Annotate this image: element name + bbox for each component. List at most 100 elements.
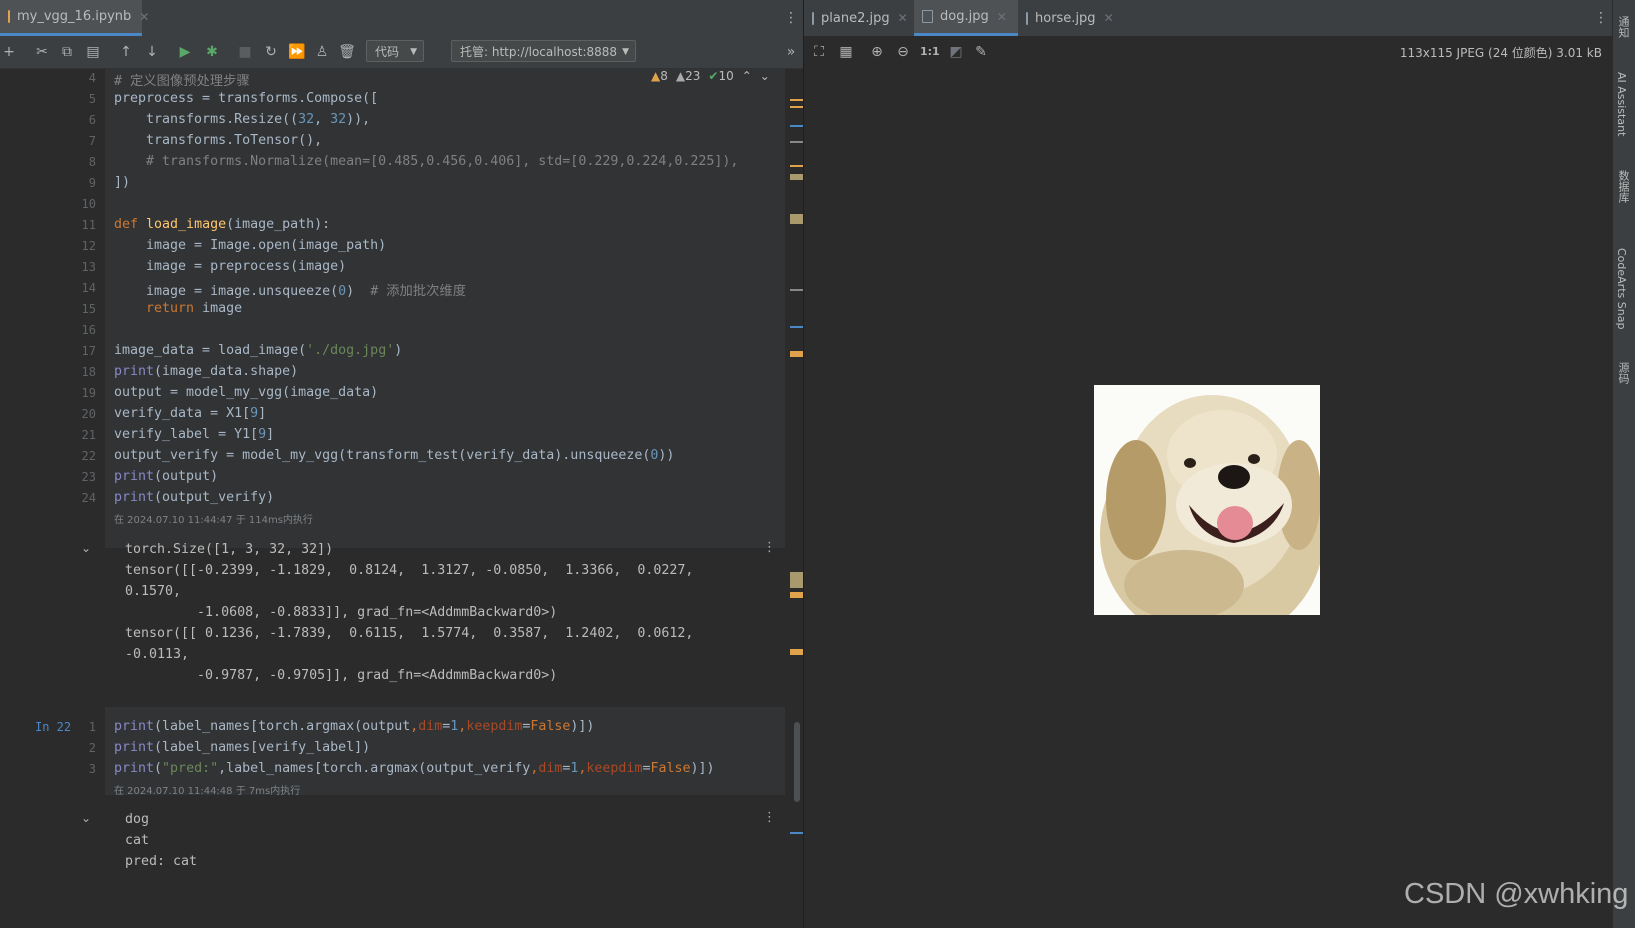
- move-down-icon[interactable]: ↓: [143, 43, 161, 61]
- code-line: print(output_verify): [114, 490, 275, 505]
- tool-window-button[interactable]: CodeArts Snap: [1615, 248, 1628, 329]
- move-up-icon[interactable]: ↑: [117, 43, 135, 61]
- collapse-output-icon[interactable]: ⌄: [81, 811, 91, 825]
- copy-icon[interactable]: ⧉: [58, 43, 76, 61]
- line-number: 3: [88, 762, 96, 776]
- line-number: 7: [88, 134, 96, 148]
- output-line: torch.Size([1, 3, 32, 32]): [125, 542, 334, 557]
- info-marker[interactable]: [790, 125, 803, 127]
- next-issue-icon[interactable]: ⌄: [760, 69, 770, 85]
- overflow-icon[interactable]: »: [782, 43, 800, 61]
- code-line: transforms.ToTensor(),: [114, 133, 323, 148]
- image-tab-label: horse.jpg: [1035, 10, 1096, 26]
- collapse-output-icon[interactable]: ⌄: [81, 541, 91, 555]
- execution-info-cell-1: 在 2024.07.10 11:44:47 于 114ms内执行: [114, 515, 313, 526]
- close-icon[interactable]: ✕: [997, 10, 1007, 24]
- line-number: 22: [81, 449, 96, 463]
- delete-cell-icon[interactable]: 🗑: [338, 43, 356, 61]
- image-file-icon: [922, 10, 933, 23]
- tool-window-button[interactable]: 通知: [1615, 16, 1631, 38]
- image-info: 113x115 JPEG (24 位颜色) 3.01 kB: [1399, 46, 1602, 60]
- output-line: 0.1570,: [125, 584, 182, 599]
- debug-icon[interactable]: ✱: [203, 43, 221, 61]
- code-line: verify_label = Y1[9]: [114, 427, 275, 442]
- run-cell-icon[interactable]: ▶: [176, 43, 194, 61]
- check-icon: ✔: [708, 69, 719, 83]
- background-icon[interactable]: ◩: [947, 43, 965, 61]
- inspection-widget[interactable]: ▲8 ▲23 ✔10 ⌃ ⌄: [651, 69, 770, 85]
- restart-kernel-icon[interactable]: ↻: [262, 43, 280, 61]
- output-menu-icon[interactable]: ⋮: [763, 810, 776, 825]
- code-line: return image: [114, 301, 243, 316]
- notebook-toolbar: + ✂ ⧉ ▤ ↑ ↓ ▶ ✱ ■ ↻ ⏩ ♙ 🗑 代码 ▼ 托管: http:…: [0, 36, 803, 69]
- close-icon[interactable]: ✕: [139, 10, 149, 24]
- tab-notebook[interactable]: my_vgg_16.ipynb ✕: [0, 0, 149, 36]
- output-menu-icon[interactable]: ⋮: [763, 540, 776, 555]
- editor-tab-bar: my_vgg_16.ipynb ✕ ⋮: [0, 0, 803, 37]
- code-line: output_verify = model_my_vgg(transform_t…: [114, 448, 675, 463]
- warning-marker[interactable]: [790, 592, 803, 598]
- image-toolbar: ⛶ ▦ ⊕ ⊖ 1:1 ◩ ✎ 113x115 JPEG (24 位颜色) 3.…: [804, 36, 1612, 68]
- cell-type-select[interactable]: 代码 ▼: [366, 40, 424, 62]
- warning-marker[interactable]: [790, 106, 803, 108]
- code-line: def load_image(image_path):: [114, 217, 331, 232]
- output-line: pred: cat: [125, 854, 198, 869]
- fit-to-window-icon[interactable]: ⛶: [810, 43, 828, 61]
- dog-image: [1094, 385, 1320, 615]
- more-icon[interactable]: ⋮: [1592, 9, 1610, 27]
- code-line: print(image_data.shape): [114, 364, 299, 379]
- notebook-file-icon: [8, 10, 10, 23]
- zoom-out-icon[interactable]: ⊖: [894, 43, 912, 61]
- paste-icon[interactable]: ▤: [84, 43, 102, 61]
- weak-warning-marker[interactable]: [790, 174, 803, 180]
- output-line: -0.9787, -0.9705]], grad_fn=<AddmmBackwa…: [125, 668, 558, 683]
- warning-marker[interactable]: [790, 99, 803, 101]
- code-line: # transforms.Normalize(mean=[0.485,0.456…: [114, 154, 739, 169]
- image-tab[interactable]: plane2.jpg ✕: [804, 0, 914, 36]
- grid-icon[interactable]: ▦: [837, 43, 855, 61]
- weak-warning-marker[interactable]: [790, 289, 803, 291]
- tool-window-button[interactable]: 源码: [1615, 362, 1631, 384]
- image-tab[interactable]: horse.jpg ✕: [1018, 0, 1118, 36]
- add-cell-icon[interactable]: +: [0, 43, 18, 61]
- weak-warning-icon: ▲: [675, 69, 686, 83]
- scrollbar-thumb[interactable]: [794, 722, 800, 802]
- actual-size-button[interactable]: 1:1: [920, 43, 940, 61]
- clear-outputs-icon[interactable]: ♙: [313, 43, 331, 61]
- line-number: 13: [81, 260, 96, 274]
- code-line: output = model_my_vgg(image_data): [114, 385, 379, 400]
- line-number: 24: [81, 491, 96, 505]
- ok-value: 10: [718, 69, 734, 83]
- stop-icon[interactable]: ■: [236, 43, 254, 61]
- weak-warning-marker[interactable]: [790, 572, 803, 588]
- close-icon[interactable]: ✕: [1104, 11, 1114, 25]
- weak-warning-marker[interactable]: [790, 141, 803, 143]
- warning-marker[interactable]: [790, 649, 803, 655]
- server-select[interactable]: 托管: http://localhost:8888 ▼: [451, 40, 636, 62]
- line-number: 2: [88, 741, 96, 755]
- chevron-down-icon: ▼: [410, 47, 417, 57]
- prev-issue-icon[interactable]: ⌃: [742, 69, 752, 85]
- color-picker-icon[interactable]: ✎: [972, 43, 990, 61]
- cell-type-value: 代码: [375, 45, 400, 59]
- tool-window-button[interactable]: 数据库: [1615, 170, 1631, 203]
- info-marker[interactable]: [790, 326, 803, 328]
- cut-icon[interactable]: ✂: [33, 43, 51, 61]
- warning-marker[interactable]: [790, 165, 803, 167]
- line-number: 17: [81, 344, 96, 358]
- weak-warning-marker[interactable]: [790, 214, 803, 224]
- dog-illustration: [1094, 385, 1320, 615]
- image-tab[interactable]: dog.jpg ✕: [914, 0, 1018, 36]
- run-all-icon[interactable]: ⏩: [288, 43, 306, 61]
- zoom-in-icon[interactable]: ⊕: [868, 43, 886, 61]
- more-icon[interactable]: ⋮: [782, 9, 800, 27]
- line-number: 12: [81, 239, 96, 253]
- close-icon[interactable]: ✕: [898, 11, 908, 25]
- line-number: 8: [88, 155, 96, 169]
- code-line: image = preprocess(image): [114, 259, 347, 274]
- tool-window-button[interactable]: AI Assistant: [1615, 72, 1628, 136]
- code-line: ]): [114, 175, 131, 190]
- info-marker[interactable]: [790, 832, 803, 834]
- warning-marker[interactable]: [790, 351, 803, 357]
- line-number: 6: [88, 113, 96, 127]
